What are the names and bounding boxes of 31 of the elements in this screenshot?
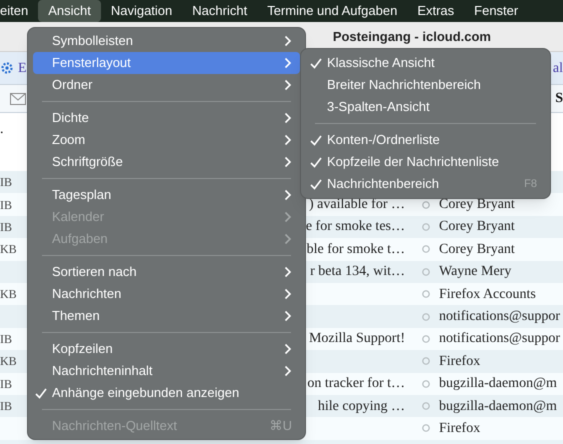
sender-cell: Firefox Accounts [439,286,536,302]
size-cell-text: IB [0,174,13,192]
sender-cell: Firefox [439,354,480,369]
subject-cell-text: on tracker for t… [307,375,405,394]
sender-cell: Firefox [439,420,480,436]
sender-cell: Corey Bryant [439,219,515,234]
sender-cell: Corey Bryant [439,242,515,257]
subject-cell-text: hile copying … [318,398,405,416]
subject-cell-text: ) available for … [308,196,405,214]
subject-cell-text: Mozilla Support! [308,330,405,348]
size-cell-text: IB [0,376,13,393]
sender-cell: notifications@suppor [439,309,560,324]
size-cell-text: IB [0,398,13,416]
size-cell-text: IB [0,196,13,214]
toolbar-text: E [18,60,27,78]
size-cell-text: IB [0,218,13,236]
subject-cell-text: r beta 134, wit… [310,263,405,282]
toolbar-text: al [552,60,563,78]
subject-cell-text: e for smoke tes… [306,218,405,236]
size-cell-text: KB [0,286,18,304]
sender-cell: Wayne Mery [439,264,512,280]
sender-cell: bugzilla-daemon@m [439,398,557,414]
window-title: Posteingang - icloud.com [332,28,491,46]
subject-cell-text: ble for smoke t… [306,240,405,259]
row-text: . [0,121,4,139]
sender-cell: notifications@suppor [439,331,560,346]
sender-cell: Corey Bryant [439,197,515,212]
size-cell-text: KB [0,241,18,258]
size-cell-text: KB [0,353,18,370]
sender-cell: bugzilla-daemon@m [439,376,557,392]
size-cell-text: IB [0,330,13,348]
